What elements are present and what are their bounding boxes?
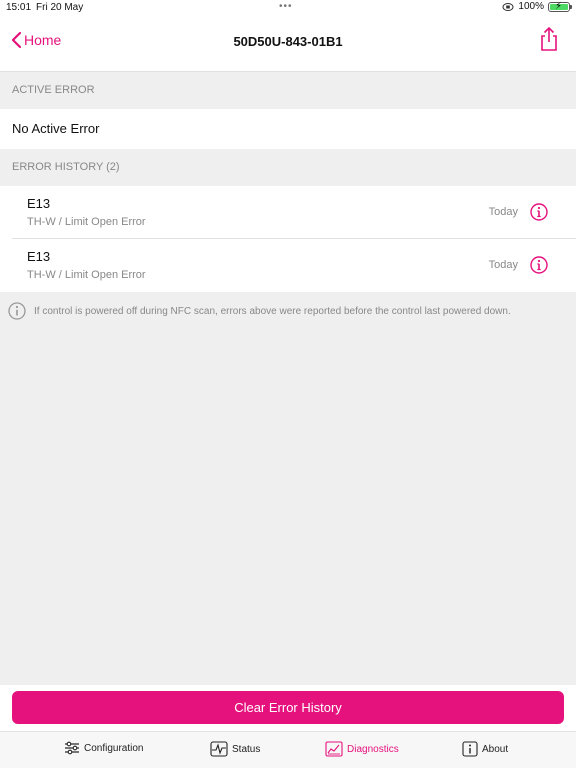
error-code: E13 bbox=[27, 249, 51, 264]
error-history-list: E13 TH-W / Limit Open Error Today E13 TH… bbox=[0, 186, 576, 292]
tab-status[interactable]: Status bbox=[210, 741, 260, 757]
info-icon bbox=[462, 741, 478, 757]
error-history-header: ERROR HISTORY (2) bbox=[12, 161, 120, 173]
status-time: 15:01 bbox=[6, 2, 32, 13]
status-date: Fri 20 May bbox=[36, 2, 84, 13]
error-time: Today bbox=[488, 259, 518, 271]
error-description: TH-W / Limit Open Error bbox=[27, 269, 146, 281]
status-indicators: 100% ⚡ bbox=[502, 1, 572, 12]
navigation-bar: Home 50D50U-843-01B1 bbox=[0, 18, 576, 72]
active-error-value: No Active Error bbox=[0, 109, 576, 149]
error-code: E13 bbox=[27, 196, 51, 211]
battery-percent: 100% bbox=[518, 1, 544, 12]
info-icon bbox=[8, 302, 26, 320]
tab-label: Diagnostics bbox=[347, 743, 399, 755]
tab-configuration[interactable]: Configuration bbox=[64, 741, 143, 755]
power-off-note: If control is powered off during NFC sca… bbox=[8, 302, 568, 320]
tab-label: Status bbox=[232, 743, 261, 755]
info-icon[interactable] bbox=[530, 256, 548, 274]
error-time: Today bbox=[488, 206, 518, 218]
multitasking-dots[interactable]: ••• bbox=[279, 1, 293, 12]
tab-diagnostics[interactable]: Diagnostics bbox=[325, 741, 399, 757]
note-text: If control is powered off during NFC sca… bbox=[34, 305, 511, 317]
chart-icon bbox=[325, 741, 343, 757]
tab-bar: Configuration Status Diagnostics About bbox=[0, 731, 576, 768]
error-description: TH-W / Limit Open Error bbox=[27, 216, 146, 228]
sliders-icon bbox=[65, 741, 79, 755]
pulse-icon bbox=[210, 741, 228, 757]
active-error-header: ACTIVE ERROR bbox=[12, 84, 95, 96]
orientation-lock-icon bbox=[502, 2, 514, 11]
tab-label: About bbox=[482, 743, 509, 755]
error-history-row[interactable]: E13 TH-W / Limit Open Error Today bbox=[0, 186, 576, 239]
error-history-row[interactable]: E13 TH-W / Limit Open Error Today bbox=[0, 239, 576, 292]
share-icon[interactable] bbox=[538, 26, 560, 52]
clear-error-history-button[interactable]: Clear Error History bbox=[12, 691, 564, 724]
tab-about[interactable]: About bbox=[462, 741, 508, 757]
status-bar: 15:01 Fri 20 May ••• 100% ⚡ bbox=[0, 0, 576, 18]
tab-label: Configuration bbox=[84, 742, 144, 754]
battery-icon: ⚡ bbox=[548, 1, 572, 12]
info-icon[interactable] bbox=[530, 203, 548, 221]
page-title: 50D50U-843-01B1 bbox=[233, 34, 343, 49]
